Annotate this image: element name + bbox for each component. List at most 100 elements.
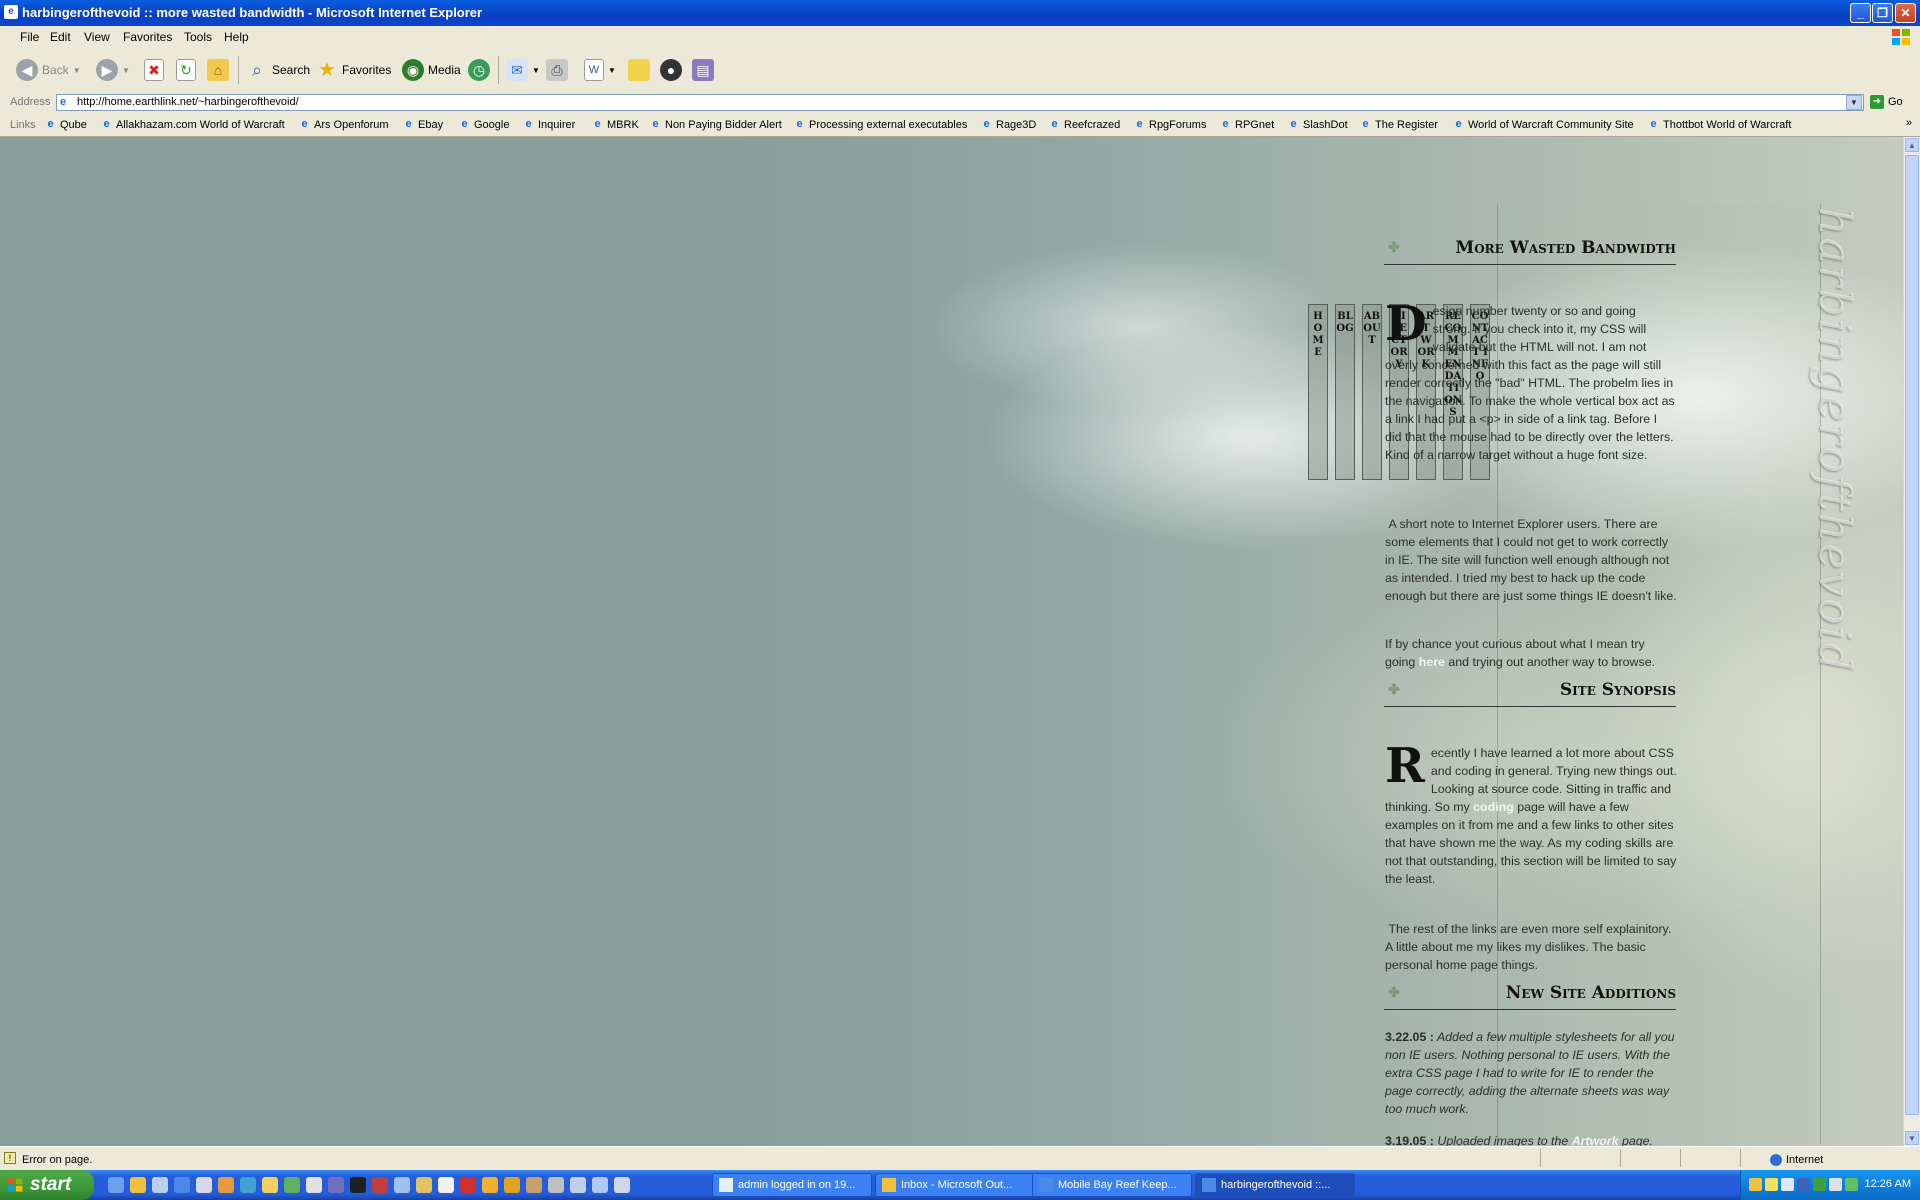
task-harbinger[interactable]: harbingerofthevoid ::...	[1195, 1173, 1355, 1197]
link-item[interactable]: Inquirer	[520, 118, 575, 131]
nav-about[interactable]: ABOUT	[1362, 304, 1382, 480]
status-divider	[1540, 1149, 1541, 1167]
menu-help[interactable]: Help	[224, 30, 249, 44]
quicklaunch-icon[interactable]	[372, 1177, 388, 1193]
link-item[interactable]: Google	[456, 118, 509, 131]
address-input[interactable]: e http://home.earthlink.net/~harbingerof…	[56, 94, 1864, 111]
home-button[interactable]: ⌂	[207, 56, 229, 84]
quicklaunch-icon[interactable]	[130, 1177, 146, 1193]
maximize-button[interactable]: ❐	[1872, 3, 1893, 23]
history-button[interactable]: ◷	[468, 56, 490, 84]
menu-file[interactable]: File	[20, 30, 39, 44]
scroll-up-icon[interactable]: ▲	[1905, 138, 1919, 152]
quicklaunch-icon[interactable]	[196, 1177, 212, 1193]
link-item[interactable]: Thottbot World of Warcraft	[1645, 118, 1791, 131]
link-item[interactable]: SlashDot	[1285, 118, 1348, 131]
task-admin[interactable]: admin logged in on 19...	[712, 1173, 872, 1197]
scroll-down-icon[interactable]: ▼	[1905, 1131, 1919, 1145]
vertical-scrollbar[interactable]: ▲ ▼	[1903, 137, 1920, 1146]
task-outlook[interactable]: Inbox - Microsoft Out...	[875, 1173, 1035, 1197]
here-link[interactable]: here	[1419, 655, 1445, 669]
quicklaunch-icon[interactable]	[614, 1177, 630, 1193]
artwork-link[interactable]: Artwork	[1572, 1134, 1619, 1146]
quicklaunch-icon[interactable]	[570, 1177, 586, 1193]
stop-button[interactable]: ✖	[144, 56, 164, 84]
tray-icon[interactable]	[1781, 1178, 1794, 1191]
edit-button[interactable]: W ▼	[584, 56, 616, 84]
quicklaunch-icon[interactable]	[262, 1177, 278, 1193]
quicklaunch-icon[interactable]	[548, 1177, 564, 1193]
link-item[interactable]: RPGnet	[1217, 118, 1274, 131]
forward-button[interactable]: ▶ ▼	[96, 56, 130, 84]
link-item[interactable]: World of Warcraft Community Site	[1450, 118, 1634, 131]
title-bar[interactable]: e harbingerofthevoid :: more wasted band…	[0, 0, 1920, 26]
quicklaunch-icon[interactable]	[394, 1177, 410, 1193]
search-button[interactable]: ⌕ Search	[246, 56, 310, 84]
status-text[interactable]: Error on page.	[22, 1154, 92, 1166]
link-item[interactable]: Processing external executables	[791, 118, 967, 131]
volume-icon[interactable]	[1829, 1178, 1842, 1191]
quicklaunch-icon[interactable]	[482, 1177, 498, 1193]
tray-icon[interactable]	[1749, 1178, 1762, 1191]
mail-dropdown-icon[interactable]: ▼	[532, 66, 540, 75]
print-button[interactable]: ⎙	[546, 56, 568, 84]
quicklaunch-icon[interactable]	[416, 1177, 432, 1193]
task-mobile-bay[interactable]: Mobile Bay Reef Keep...	[1032, 1173, 1192, 1197]
minimize-button[interactable]: _	[1850, 3, 1871, 23]
quicklaunch-icon[interactable]	[152, 1177, 168, 1193]
coding-link[interactable]: coding	[1473, 800, 1514, 814]
links-more-icon[interactable]: »	[1906, 117, 1912, 129]
warning-icon[interactable]: !	[4, 1152, 16, 1164]
quicklaunch-icon[interactable]	[504, 1177, 520, 1193]
network-icon[interactable]	[1845, 1178, 1858, 1191]
back-dropdown-icon[interactable]: ▼	[73, 66, 81, 75]
menu-favorites[interactable]: Favorites	[123, 30, 172, 44]
refresh-button[interactable]: ↻	[176, 56, 196, 84]
quicklaunch-icon[interactable]	[592, 1177, 608, 1193]
address-dropdown-icon[interactable]: ▼	[1846, 95, 1862, 110]
quicklaunch-icon[interactable]	[350, 1177, 366, 1193]
edit-dropdown-icon[interactable]: ▼	[608, 66, 616, 75]
link-item[interactable]: The Register	[1357, 118, 1438, 131]
link-item[interactable]: RpgForums	[1131, 118, 1206, 131]
menu-view[interactable]: View	[84, 30, 110, 44]
link-item[interactable]: Ars Openforum	[296, 118, 389, 131]
menu-edit[interactable]: Edit	[50, 30, 71, 44]
quicklaunch-icon[interactable]	[218, 1177, 234, 1193]
go-button[interactable]: ➜ Go	[1870, 95, 1903, 109]
link-item[interactable]: Rage3D	[978, 118, 1036, 131]
nav-home[interactable]: HOME	[1308, 304, 1328, 480]
mail-button[interactable]: ✉ ▼	[506, 56, 540, 84]
link-item[interactable]: Ebay	[400, 118, 443, 131]
quicklaunch-icon[interactable]	[284, 1177, 300, 1193]
favorites-button[interactable]: ★ Favorites	[316, 56, 391, 84]
back-button[interactable]: ◀ Back ▼	[16, 56, 81, 84]
quicklaunch-icon[interactable]	[108, 1177, 124, 1193]
start-button[interactable]: start	[0, 1170, 94, 1200]
tray-icon[interactable]	[1797, 1178, 1810, 1191]
clock[interactable]: 12:26 AM	[1865, 1178, 1911, 1190]
quicklaunch-icon[interactable]	[438, 1177, 454, 1193]
nav-blog[interactable]: BLOG	[1335, 304, 1355, 480]
messenger-button[interactable]: ●	[660, 56, 682, 84]
quicklaunch-icon[interactable]	[526, 1177, 542, 1193]
link-item[interactable]: Non Paying Bidder Alert	[647, 118, 782, 131]
research-button[interactable]: ▤	[692, 56, 714, 84]
link-item[interactable]: MBRK	[589, 118, 639, 131]
menu-tools[interactable]: Tools	[184, 30, 212, 44]
link-item[interactable]: Allakhazam.com World of Warcraft	[98, 118, 285, 131]
quicklaunch-icon[interactable]	[306, 1177, 322, 1193]
discuss-button[interactable]	[628, 56, 650, 84]
scroll-thumb[interactable]	[1905, 155, 1919, 1115]
forward-dropdown-icon[interactable]: ▼	[122, 66, 130, 75]
quicklaunch-icon[interactable]	[328, 1177, 344, 1193]
quicklaunch-icon[interactable]	[240, 1177, 256, 1193]
tray-icon[interactable]	[1813, 1178, 1826, 1191]
link-item[interactable]: Qube	[42, 118, 87, 131]
media-button[interactable]: ◉ Media	[402, 56, 461, 84]
link-item[interactable]: Reefcrazed	[1046, 118, 1120, 131]
tray-icon[interactable]	[1765, 1178, 1778, 1191]
quicklaunch-icon[interactable]	[460, 1177, 476, 1193]
close-button[interactable]: ✕	[1895, 3, 1916, 23]
ie-quicklaunch-icon[interactable]	[174, 1177, 190, 1193]
